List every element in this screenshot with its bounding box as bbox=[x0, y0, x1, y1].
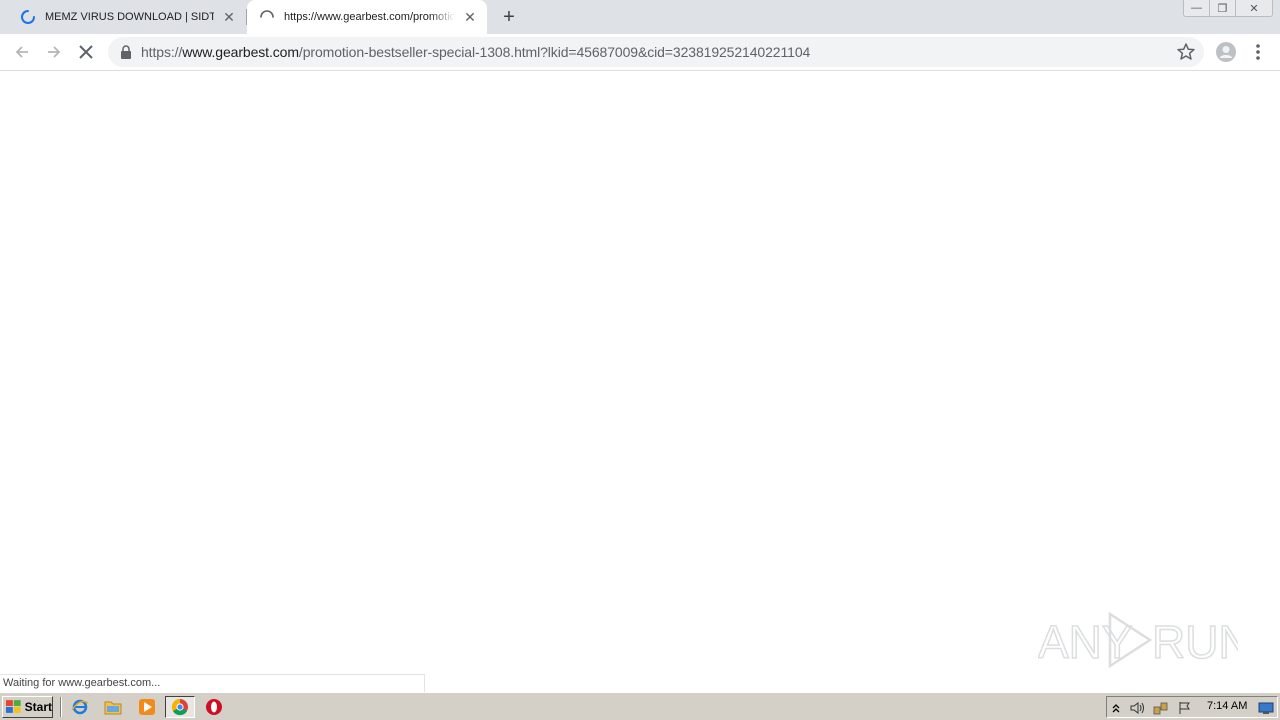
address-bar[interactable]: https://www.gearbest.com/promotion-bests… bbox=[108, 37, 1204, 67]
show-desktop-icon[interactable] bbox=[1257, 699, 1275, 717]
url-scheme: https:// bbox=[141, 44, 183, 60]
ie-glyph-icon bbox=[71, 699, 89, 715]
system-tray: 7:14 AM bbox=[1106, 696, 1278, 718]
loading-spinner-icon bbox=[260, 10, 274, 18]
arrow-left-icon bbox=[15, 46, 28, 58]
internet-explorer-icon[interactable] bbox=[69, 697, 91, 717]
clock[interactable]: 7:14 AM bbox=[1207, 700, 1247, 712]
url-host: www.gearbest.com bbox=[182, 44, 299, 60]
new-tab-button[interactable]: + bbox=[497, 5, 521, 29]
media-player-icon[interactable] bbox=[136, 697, 158, 717]
url-text: https://www.gearbest.com/promotion-bests… bbox=[141, 44, 810, 60]
browser-toolbar: https://www.gearbest.com/promotion-bests… bbox=[0, 34, 1280, 71]
status-bubble: Waiting for www.gearbest.com... bbox=[0, 674, 425, 692]
page-content bbox=[0, 72, 1280, 692]
tab-gearbest[interactable]: https://www.gearbest.com/promotion-bests… bbox=[247, 0, 487, 34]
chrome-icon[interactable] bbox=[165, 696, 195, 718]
chrome-glyph-icon bbox=[171, 698, 188, 716]
action-center-flag-icon[interactable] bbox=[1176, 699, 1194, 717]
arrow-right-icon bbox=[48, 46, 61, 58]
tab-strip: MEMZ VIRUS DOWNLOAD | SIDTUBE ✕ https://… bbox=[0, 0, 1280, 34]
tab-close-button[interactable]: ✕ bbox=[220, 8, 238, 26]
tab-title: MEMZ VIRUS DOWNLOAD | SIDTUBE bbox=[45, 11, 214, 23]
url-path: /promotion-bestseller-special-1308.html?… bbox=[298, 44, 811, 60]
watermark-text-run: RUN bbox=[1152, 616, 1238, 668]
more-options-icon[interactable] bbox=[1248, 40, 1268, 64]
media-glyph-icon bbox=[139, 699, 155, 715]
taskbar-separator bbox=[60, 697, 62, 717]
folder-glyph-icon bbox=[104, 701, 122, 715]
show-hidden-icons-arrow-icon[interactable] bbox=[1107, 699, 1125, 717]
profile-avatar-icon[interactable] bbox=[1214, 40, 1238, 64]
bookmark-star-icon[interactable] bbox=[1176, 42, 1196, 62]
back-button[interactable] bbox=[8, 38, 36, 66]
anyrun-watermark-logo: ANY RUN bbox=[1038, 611, 1238, 669]
start-label: Start bbox=[24, 700, 52, 714]
file-explorer-icon[interactable] bbox=[102, 697, 124, 717]
windows-logo-icon bbox=[6, 700, 21, 713]
opera-icon[interactable] bbox=[203, 697, 225, 717]
maximize-button[interactable]: ❐ bbox=[1209, 0, 1236, 17]
stop-loading-button[interactable] bbox=[72, 38, 100, 66]
opera-glyph-icon bbox=[206, 699, 222, 715]
network-icon[interactable] bbox=[1152, 699, 1170, 717]
tab-memz-virus-download[interactable]: MEMZ VIRUS DOWNLOAD | SIDTUBE ✕ bbox=[8, 0, 246, 34]
loading-spinner-icon bbox=[21, 10, 35, 24]
forward-button[interactable] bbox=[40, 38, 68, 66]
start-button[interactable]: Start bbox=[2, 696, 53, 718]
lock-icon bbox=[121, 45, 131, 59]
volume-speaker-icon[interactable] bbox=[1129, 699, 1147, 717]
tab-close-button[interactable]: ✕ bbox=[461, 8, 479, 26]
taskbar: Start 7:14 AM bbox=[0, 692, 1280, 720]
stop-x-icon bbox=[79, 45, 93, 59]
tab-title: https://www.gearbest.com/promotion-bests… bbox=[284, 11, 455, 23]
close-window-button[interactable]: ✕ bbox=[1235, 0, 1273, 17]
minimize-button[interactable]: — bbox=[1183, 0, 1210, 17]
